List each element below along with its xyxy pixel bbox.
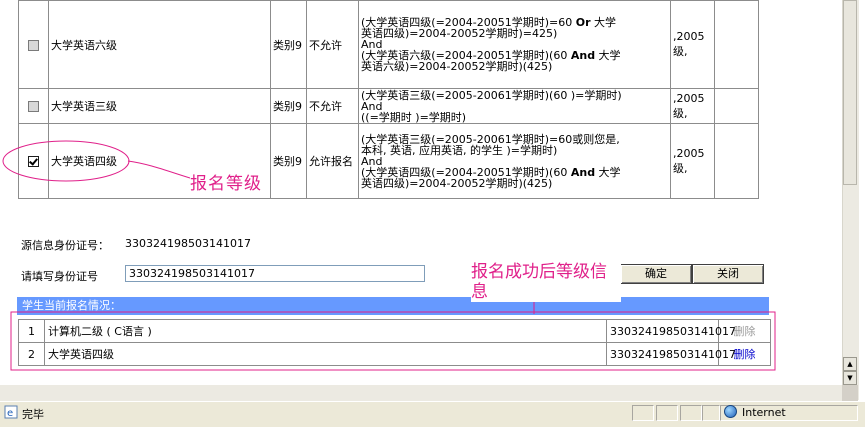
status-panel — [702, 405, 720, 421]
page-icon: e — [4, 405, 18, 419]
status-panel — [632, 405, 654, 421]
annotation-connector-line — [127, 160, 191, 179]
annotation-box — [10, 311, 776, 371]
annotation-level-label: 报名等级 — [190, 174, 262, 194]
status-panel — [656, 405, 678, 421]
status-text: 完毕 — [22, 408, 44, 421]
zone-text: Internet — [742, 406, 786, 419]
svg-text:e: e — [7, 408, 13, 419]
annotation-overlay — [2, 140, 776, 371]
status-panel — [680, 405, 702, 421]
status-zone-panel — [720, 405, 858, 421]
internet-globe-icon — [724, 405, 737, 418]
annotation-after-success-label: 报名成功后等级信息 — [471, 262, 621, 302]
annotation-ellipse — [2, 140, 130, 182]
